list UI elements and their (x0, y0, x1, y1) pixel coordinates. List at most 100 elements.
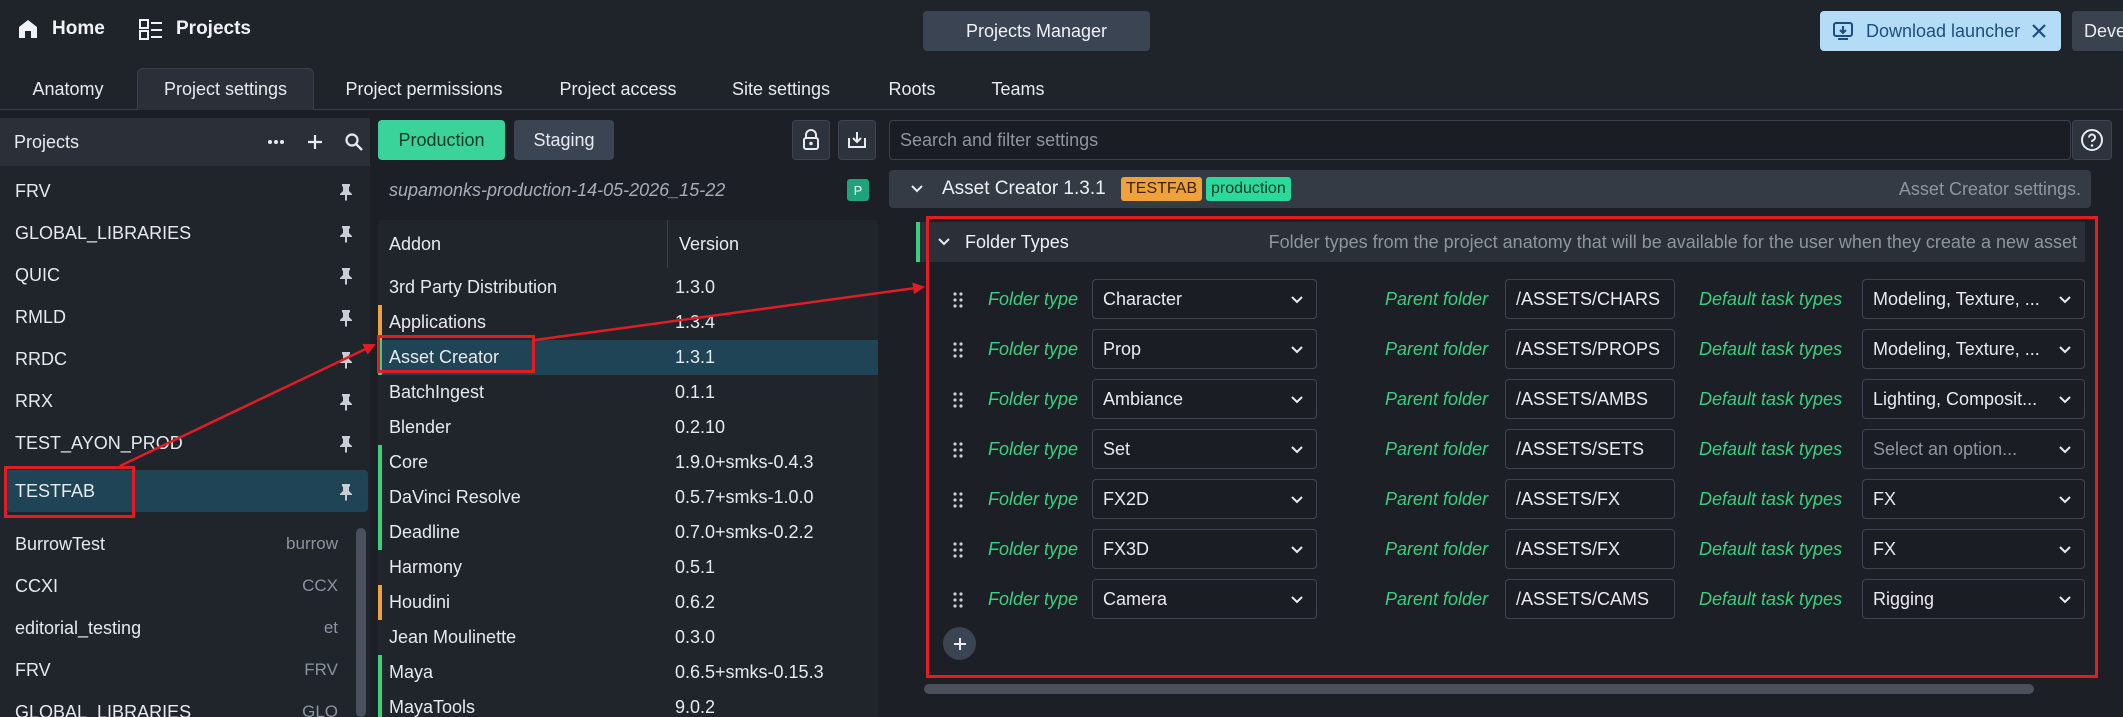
pin-icon[interactable] (338, 309, 354, 327)
addon-row[interactable]: DaVinci Resolve 0.5.7+smks-1.0.0 (378, 480, 878, 515)
home-nav[interactable]: Home (16, 0, 105, 58)
dev-mode-button[interactable]: Deve (2072, 11, 2123, 51)
addon-settings-header[interactable]: Asset Creator 1.3.1 Asset Creator settin… (889, 170, 2091, 208)
tab-teams[interactable]: Teams (978, 68, 1058, 110)
project-item-quic[interactable]: QUIC (6, 254, 368, 296)
addon-version: 0.6.5+smks-0.15.3 (675, 662, 824, 682)
pin-icon[interactable] (338, 351, 354, 369)
pin-icon[interactable] (338, 393, 354, 411)
tab-project-settings[interactable]: Project settings (137, 68, 314, 110)
settings-horizontal-scrollbar[interactable] (924, 684, 2034, 694)
download-label: Download launcher (1866, 20, 2021, 41)
addon-name: DaVinci Resolve (389, 487, 521, 507)
project-item-global-libraries[interactable]: GLOBAL_LIBRARIES (6, 212, 368, 254)
project-item-rrdc[interactable]: RRDC (6, 338, 368, 380)
project-code: GLO (302, 702, 338, 717)
import-icon (848, 132, 866, 148)
projects-panel: Projects FRV GLOBAL_LIBRARIES QUIC RMLD … (0, 118, 370, 717)
chevron-down-icon[interactable] (909, 181, 925, 197)
addon-row[interactable]: Core 1.9.0+smks-0.4.3 (378, 445, 878, 480)
home-label: Home (52, 18, 105, 39)
addon-row[interactable]: MayaTools 9.0.2 (378, 690, 878, 717)
addon-status-marker (378, 515, 382, 550)
addon-name: Core (389, 452, 429, 472)
download-launcher-button[interactable]: Download launcher (1820, 11, 2061, 51)
projects-nav[interactable]: Projects (138, 0, 251, 58)
project-item-rrx[interactable]: RRX (6, 380, 368, 422)
project-item-frv[interactable]: FRV (6, 170, 368, 212)
project-name: TEST_AYON_PROD (15, 432, 183, 453)
annotation-box-folder-types (926, 216, 2098, 678)
projects-scrollbar[interactable] (356, 528, 366, 717)
bundle-toolbar: Production Staging (378, 118, 878, 166)
addon-version: 1.9.0+smks-0.4.3 (675, 452, 814, 472)
download-icon (1833, 22, 1853, 40)
project-item-ccxi[interactable]: CCXI CCX (6, 565, 368, 607)
addon-row[interactable]: 3rd Party Distribution 1.3.0 (378, 270, 878, 305)
addon-row[interactable]: BatchIngest 0.1.1 (378, 375, 878, 410)
help-button[interactable] (2072, 120, 2112, 160)
addon-name: Jean Moulinette (389, 627, 517, 647)
pin-icon[interactable] (338, 225, 354, 243)
lock-button[interactable] (792, 120, 830, 160)
bundle-name: supamonks-production-14-05-2026_15-22 (378, 168, 878, 212)
lock-icon (803, 129, 819, 150)
version-column-header[interactable]: Version (668, 220, 878, 268)
addon-version: 0.6.2 (675, 592, 716, 612)
tab-project-access[interactable]: Project access (548, 68, 688, 110)
addon-status-marker (378, 480, 382, 515)
addon-row[interactable]: Harmony 0.5.1 (378, 550, 878, 585)
project-item-global-libraries-2[interactable]: GLOBAL_LIBRARIES GLO (6, 691, 368, 717)
addon-name: Blender (389, 417, 452, 437)
addon-row[interactable]: Blender 0.2.10 (378, 410, 878, 445)
tab-anatomy[interactable]: Anatomy (12, 68, 124, 110)
project-code: FRV (304, 660, 338, 679)
tab-site-settings[interactable]: Site settings (718, 68, 844, 110)
addon-row[interactable]: Houdini 0.6.2 (378, 585, 878, 620)
settings-search-input[interactable]: Search and filter settings (889, 120, 2071, 160)
addon-name: Houdini (389, 592, 451, 612)
annotation-box-asset-creator (377, 335, 535, 373)
addon-version: 0.7.0+smks-0.2.2 (675, 522, 814, 542)
project-name: RRX (15, 390, 54, 411)
addon-settings-description: Asset Creator settings. (1898, 178, 2081, 199)
addon-name: Applications (389, 312, 487, 332)
pin-icon[interactable] (338, 483, 354, 501)
project-name: CCXI (15, 575, 59, 596)
home-icon (19, 20, 37, 38)
project-item-editorial-testing[interactable]: editorial_testing et (6, 607, 368, 649)
tab-roots[interactable]: Roots (874, 68, 950, 110)
project-item-frv-2[interactable]: FRV FRV (6, 649, 368, 691)
project-item-test-ayon-prod[interactable]: TEST_AYON_PROD (6, 422, 368, 464)
addon-row[interactable]: Maya 0.6.5+smks-0.15.3 (378, 655, 878, 690)
top-bar: Home Projects Projects Manager Download … (0, 0, 2123, 58)
pin-icon[interactable] (338, 267, 354, 285)
projects-panel-title: Projects (14, 131, 80, 152)
addon-status-marker (378, 690, 382, 717)
projects-panel-header: Projects (0, 118, 370, 166)
production-button[interactable]: Production (378, 120, 505, 160)
project-name: RRDC (15, 348, 67, 369)
plus-icon[interactable] (305, 132, 325, 152)
import-button[interactable] (838, 120, 876, 160)
addon-version: 0.5.7+smks-1.0.0 (675, 487, 814, 507)
addon-row[interactable]: Deadline 0.7.0+smks-0.2.2 (378, 515, 878, 550)
pin-icon[interactable] (338, 435, 354, 453)
pin-icon[interactable] (338, 183, 354, 201)
addon-name: 3rd Party Distribution (389, 277, 558, 297)
search-icon[interactable] (344, 132, 364, 152)
addon-column-header[interactable]: Addon (378, 220, 668, 268)
project-item-burrowtest[interactable]: BurrowTest burrow (6, 523, 368, 565)
more-icon[interactable] (266, 132, 286, 152)
project-code: et (323, 618, 338, 637)
addon-settings-title: Asset Creator 1.3.1 (942, 178, 1106, 199)
staging-button[interactable]: Staging (514, 120, 614, 160)
addon-row[interactable]: Jean Moulinette 0.3.0 (378, 620, 878, 655)
tab-project-permissions[interactable]: Project permissions (330, 68, 518, 110)
project-item-rmld[interactable]: RMLD (6, 296, 368, 338)
addon-name: Harmony (389, 557, 463, 577)
annotation-box-testfab (4, 466, 135, 518)
addon-version: 0.1.1 (675, 382, 716, 402)
addon-version: 0.5.1 (675, 557, 716, 577)
close-icon[interactable] (2029, 21, 2049, 41)
